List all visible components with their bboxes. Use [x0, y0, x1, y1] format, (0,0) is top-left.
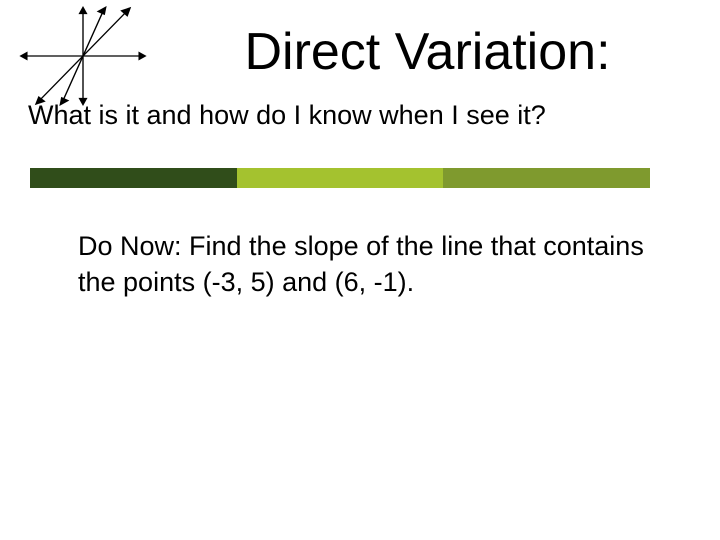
colorbar-segment	[30, 168, 237, 188]
divider-colorbar	[30, 168, 650, 188]
colorbar-segment	[237, 168, 444, 188]
do-now-prompt: Do Now: Find the slope of the line that …	[0, 228, 720, 301]
colorbar-segment	[443, 168, 650, 188]
direct-variation-icon	[18, 6, 148, 106]
